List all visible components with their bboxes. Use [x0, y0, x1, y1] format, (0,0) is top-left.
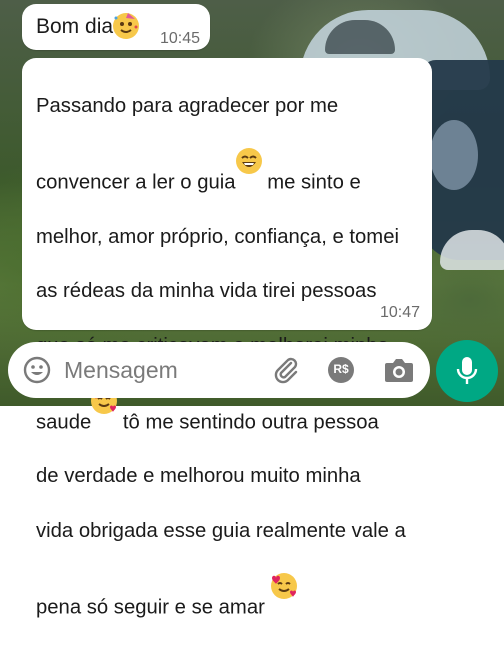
camera-icon[interactable]: [383, 355, 415, 390]
message-line-part: saude: [36, 410, 92, 433]
attach-icon[interactable]: [270, 354, 302, 391]
message-line: convencer a ler o guia me sinto e: [36, 147, 418, 197]
payment-icon[interactable]: R$: [326, 355, 356, 390]
message-text-content: Bom dia: [36, 15, 114, 38]
message-line: de verdade e melhorou muito minha: [36, 465, 361, 488]
message-time: 10:47: [379, 304, 420, 321]
message-composer[interactable]: Mensagem R$: [8, 342, 430, 398]
wallpaper-car-wheel: [430, 120, 478, 190]
payment-label: R$: [333, 362, 349, 376]
message-line: as rédeas da minha vida tirei pessoas: [36, 280, 377, 303]
grinning-face-emoji-icon: [235, 147, 262, 174]
message-line-part: convencer a ler o guia: [36, 171, 236, 194]
emoji-icon[interactable]: [22, 355, 52, 390]
smiling-face-with-hearts-emoji-icon: [270, 572, 297, 599]
message-line: melhor, amor próprio, confiança, e tomei: [36, 225, 399, 248]
message-bubble[interactable]: Bom dia 10:45: [22, 4, 210, 50]
voice-record-button[interactable]: [436, 340, 498, 402]
message-line-part: tô me sentindo outra pessoa: [117, 410, 379, 433]
message-line: pena só seguir e se amar: [36, 572, 418, 622]
message-line: Passando para agradecer por me: [36, 95, 339, 118]
party-face-emoji-icon: [113, 13, 140, 39]
message-line: vida obrigada esse guia realmente vale a: [36, 520, 406, 543]
message-time: 10:45: [159, 30, 200, 47]
message-input[interactable]: Mensagem: [64, 357, 178, 384]
message-line-part: me sinto e: [261, 171, 361, 194]
mic-icon: [455, 355, 479, 392]
message-bubble[interactable]: Passando para agradecer por me convencer…: [22, 58, 432, 618]
message-line-part: pena só seguir e se amar: [36, 595, 271, 618]
